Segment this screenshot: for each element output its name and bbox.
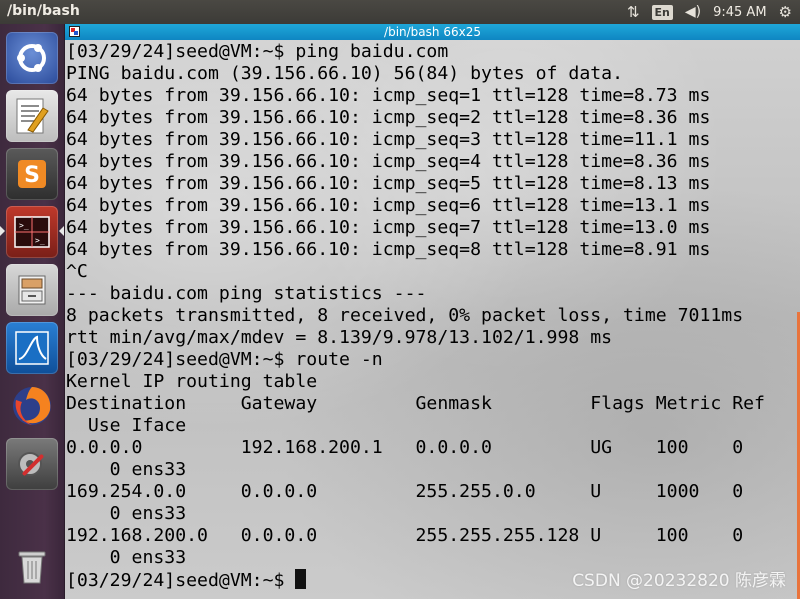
svg-text:>_: >_ — [35, 236, 45, 245]
terminal-line: 64 bytes from 39.156.66.10: icmp_seq=6 t… — [66, 195, 711, 216]
svg-text:>_: >_ — [19, 221, 29, 230]
shark-fin-icon — [15, 331, 49, 365]
trash-icon[interactable] — [6, 540, 58, 592]
sublime-logo-icon: S — [18, 160, 46, 188]
volume-icon[interactable]: ◀) — [685, 4, 701, 20]
terminal-title: /bin/bash 66x25 — [384, 25, 481, 39]
terminal-output: [03/29/24]seed@VM:~$ ping baidu.com PING … — [66, 41, 765, 591]
watermark: CSDN @20232820 陈彦霖 — [572, 571, 786, 591]
top-panel: /bin/bash ⇅ En ◀) 9:45 AM ⚙ — [0, 0, 800, 24]
notepad-icon — [16, 98, 49, 134]
indicator-area: ⇅ En ◀) 9:45 AM ⚙ — [627, 2, 792, 22]
terminal-line: Use Iface — [66, 415, 187, 436]
terminal-titlebar[interactable]: /bin/bash 66x25 — [65, 24, 800, 40]
system-settings-icon[interactable] — [6, 438, 58, 490]
ubuntu-logo-icon — [17, 44, 46, 72]
svg-text:S: S — [24, 163, 40, 188]
terminal-line: 192.168.200.0 0.0.0.0 255.255.255.128 U … — [66, 525, 744, 546]
terminal-line: 169.254.0.0 0.0.0.0 255.255.0.0 U 1000 0 — [66, 481, 744, 502]
app-title: /bin/bash — [7, 3, 80, 19]
ubuntu-dash-icon[interactable] — [6, 32, 58, 84]
active-app-indicator — [0, 226, 5, 236]
terminal-line: 64 bytes from 39.156.66.10: icmp_seq=7 t… — [66, 217, 711, 238]
file-cabinet-icon — [18, 275, 46, 305]
focused-app-indicator — [59, 226, 64, 236]
terminal-line: 64 bytes from 39.156.66.10: icmp_seq=5 t… — [66, 173, 711, 194]
terminal-line: --- baidu.com ping statistics --- — [66, 283, 427, 304]
terminal-line: ^C — [66, 261, 88, 282]
terminal-line: 64 bytes from 39.156.66.10: icmp_seq=1 t… — [66, 85, 711, 106]
wireshark-icon[interactable] — [6, 322, 58, 374]
network-updown-icon[interactable]: ⇅ — [627, 3, 640, 21]
firefox-icon[interactable] — [6, 380, 58, 432]
terminal-line: 0.0.0.0 192.168.200.1 0.0.0.0 UG 100 0 — [66, 437, 744, 458]
gear-icon[interactable]: ⚙ — [779, 3, 792, 21]
terminal-body[interactable]: [03/29/24]seed@VM:~$ ping baidu.com PING … — [65, 40, 800, 599]
terminal-app-icon[interactable]: >_ >_ — [6, 206, 58, 258]
terminal-line: rtt min/avg/max/mdev = 8.139/9.978/13.10… — [66, 327, 613, 348]
terminal-line: 0 ens33 — [66, 503, 187, 524]
clock[interactable]: 9:45 AM — [713, 5, 766, 20]
launcher: S >_ >_ — [0, 24, 65, 599]
terminal-line: Destination Gateway Genmask Flags Metric… — [66, 393, 765, 414]
terminal-line: 0 ens33 — [66, 459, 187, 480]
terminal-line: 64 bytes from 39.156.66.10: icmp_seq=3 t… — [66, 129, 711, 150]
terminal-line: [03/29/24]seed@VM:~$ ping baidu.com — [66, 41, 449, 62]
trash-bin-icon — [18, 551, 46, 584]
file-manager-icon[interactable] — [6, 264, 58, 316]
text-cursor — [295, 569, 307, 589]
firefox-logo-icon — [13, 387, 51, 425]
terminal-window-icon: >_ >_ — [14, 216, 50, 248]
terminal-line: 64 bytes from 39.156.66.10: icmp_seq=4 t… — [66, 151, 711, 172]
terminal-line: 64 bytes from 39.156.66.10: icmp_seq=2 t… — [66, 107, 711, 128]
terminal-line: [03/29/24]seed@VM:~$ route -n — [66, 349, 383, 370]
keyboard-layout-indicator[interactable]: En — [651, 4, 673, 20]
gear-wrench-icon — [18, 452, 44, 476]
terminal-line: PING baidu.com (39.156.66.10) 56(84) byt… — [66, 63, 624, 84]
shell-prompt: [03/29/24]seed@VM:~$ — [66, 570, 296, 591]
terminal-line: 8 packets transmitted, 8 received, 0% pa… — [66, 305, 744, 326]
terminal-line: 64 bytes from 39.156.66.10: icmp_seq=8 t… — [66, 239, 711, 260]
terminal-line: Kernel IP routing table — [66, 371, 318, 392]
sublime-text-icon[interactable]: S — [6, 148, 58, 200]
terminal-window[interactable]: /bin/bash 66x25 [03/29/24]seed@VM:~$ pin… — [65, 24, 800, 599]
text-editor-icon[interactable] — [6, 90, 58, 142]
